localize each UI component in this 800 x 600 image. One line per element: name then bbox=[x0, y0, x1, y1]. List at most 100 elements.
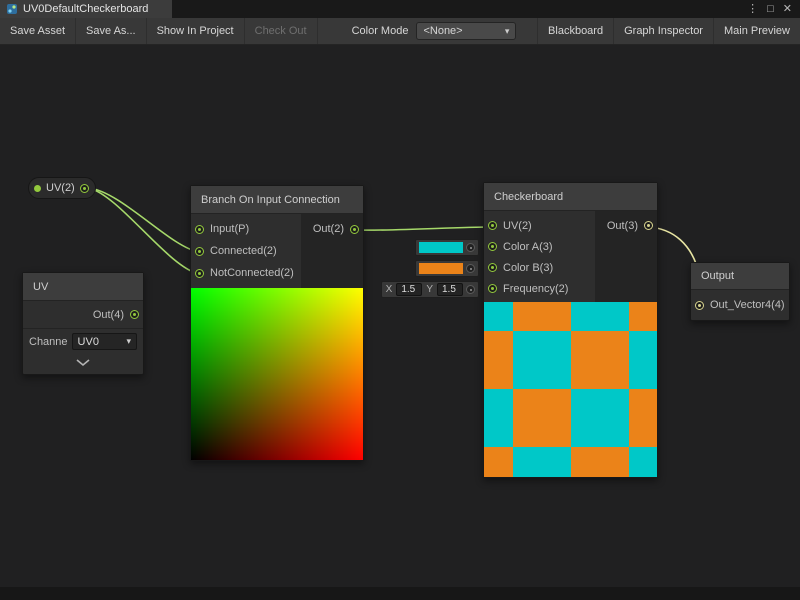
checker-cell bbox=[484, 389, 513, 447]
output-node[interactable]: Output Out_Vector4(4) bbox=[690, 262, 790, 321]
edge-uv-to-notconnected[interactable] bbox=[89, 188, 199, 274]
asset-tab[interactable]: UV0DefaultCheckerboard bbox=[0, 0, 172, 18]
save-as-button[interactable]: Save As... bbox=[76, 18, 147, 44]
check-out-button: Check Out bbox=[245, 18, 318, 44]
branch-node-uv-preview bbox=[191, 288, 363, 460]
color-mode-dropdown[interactable]: <None> ▾ bbox=[416, 22, 516, 40]
output-node-title[interactable]: Output bbox=[691, 263, 789, 290]
color-b-knob-icon[interactable] bbox=[466, 264, 475, 273]
branch-node-title[interactable]: Branch On Input Connection bbox=[191, 186, 363, 214]
window-bottom-edge bbox=[0, 587, 800, 600]
edge-uv-to-connected[interactable] bbox=[89, 188, 199, 252]
checker-cell bbox=[629, 302, 657, 331]
branch-node-inputs: Input(P) Connected(2) NotConnected(2) bbox=[191, 214, 301, 288]
uv-node-title[interactable]: UV bbox=[23, 273, 143, 301]
blackboard-toggle-button[interactable]: Blackboard bbox=[537, 18, 613, 44]
checkerboard-input-row: Color B(3) bbox=[484, 257, 595, 278]
uv-token-output-port[interactable] bbox=[80, 184, 89, 193]
frequency-y-label: Y bbox=[425, 284, 434, 295]
uv-out-port[interactable] bbox=[130, 310, 139, 319]
edge-branch-to-checkerboard[interactable] bbox=[355, 227, 492, 230]
uv-node[interactable]: UV Out(4) Channe UV0 ▾ bbox=[22, 272, 144, 375]
window-titlebar: UV0DefaultCheckerboard ⋮ □ ✕ bbox=[0, 0, 800, 18]
checker-cell bbox=[571, 302, 629, 331]
output-vector4-port[interactable] bbox=[695, 301, 704, 310]
uv-output-row: Out(4) bbox=[23, 301, 143, 329]
branch-input-p-port[interactable] bbox=[195, 225, 204, 234]
toolbar: Save Asset Save As... Show In Project Ch… bbox=[0, 18, 800, 45]
show-in-project-button[interactable]: Show In Project bbox=[147, 18, 245, 44]
frequency-control: X 1.5 Y 1.5 bbox=[381, 281, 479, 298]
checker-cell bbox=[571, 331, 629, 389]
checkerboard-color-b-port[interactable] bbox=[488, 263, 497, 272]
checkerboard-node-title[interactable]: Checkerboard bbox=[484, 183, 657, 211]
checkerboard-input-row: Color A(3) bbox=[484, 236, 595, 257]
uv-out-label: Out(4) bbox=[93, 309, 124, 321]
frequency-x-field[interactable]: 1.5 bbox=[396, 283, 422, 296]
dropdown-caret-icon: ▾ bbox=[505, 26, 510, 37]
color-mode-label: Color Mode bbox=[352, 25, 409, 37]
checkerboard-color-a-label: Color A(3) bbox=[503, 241, 553, 253]
window-maximize-icon[interactable]: □ bbox=[767, 4, 774, 15]
branch-out-port[interactable] bbox=[350, 225, 359, 234]
save-asset-button[interactable]: Save Asset bbox=[0, 18, 76, 44]
toolbar-right-group: Blackboard Graph Inspector Main Preview bbox=[537, 18, 800, 44]
checkerboard-color-a-port[interactable] bbox=[488, 242, 497, 251]
frequency-knob-icon[interactable] bbox=[466, 285, 475, 294]
frequency-y-field[interactable]: 1.5 bbox=[437, 283, 463, 296]
shader-graph-asset-icon bbox=[6, 3, 18, 15]
graph-inspector-toggle-button[interactable]: Graph Inspector bbox=[613, 18, 713, 44]
checkerboard-uv-label: UV(2) bbox=[503, 220, 532, 232]
checkerboard-input-row: Frequency(2) bbox=[484, 278, 595, 299]
checkerboard-out-port[interactable] bbox=[644, 221, 653, 230]
window-close-icon[interactable]: ✕ bbox=[783, 4, 792, 15]
main-preview-toggle-button[interactable]: Main Preview bbox=[713, 18, 800, 44]
uv-redirect-token[interactable]: UV(2) bbox=[28, 177, 96, 199]
checkerboard-frequency-port[interactable] bbox=[488, 284, 497, 293]
uv-channel-value: UV0 bbox=[78, 336, 99, 348]
uv-channel-caret-icon: ▾ bbox=[126, 336, 131, 347]
checkerboard-node-preview bbox=[484, 302, 657, 477]
window-controls: ⋮ □ ✕ bbox=[747, 0, 800, 18]
branch-notconnected-port[interactable] bbox=[195, 269, 204, 278]
uv-channel-label: Channe bbox=[29, 336, 68, 348]
checkerboard-node-inputs: UV(2) Color A(3) Color B(3) Frequency(2) bbox=[484, 211, 595, 302]
window-menu-icon[interactable]: ⋮ bbox=[747, 4, 758, 15]
frequency-x-label: X bbox=[385, 284, 394, 295]
checker-cell bbox=[513, 389, 571, 447]
checker-cell bbox=[513, 331, 571, 389]
branch-on-input-connection-node[interactable]: Branch On Input Connection Input(P) Conn… bbox=[190, 185, 364, 461]
color-b-swatch[interactable] bbox=[419, 263, 463, 274]
graph-canvas[interactable]: UV(2) Branch On Input Connection Input(P… bbox=[0, 46, 800, 600]
checkerboard-output-row: Out(3) bbox=[595, 215, 657, 236]
color-a-control bbox=[415, 239, 479, 256]
color-a-knob-icon[interactable] bbox=[466, 243, 475, 252]
branch-input-p-label: Input(P) bbox=[210, 223, 249, 235]
checker-cell bbox=[629, 447, 657, 477]
output-input-row: Out_Vector4(4) bbox=[691, 290, 789, 320]
color-b-control bbox=[415, 260, 479, 277]
checkerboard-node-outputs: Out(3) bbox=[595, 211, 657, 302]
color-a-swatch[interactable] bbox=[419, 242, 463, 253]
checker-cell bbox=[484, 331, 513, 389]
uv-channel-dropdown[interactable]: UV0 ▾ bbox=[72, 333, 137, 350]
checker-cell bbox=[484, 447, 513, 477]
uv-channel-row: Channe UV0 ▾ bbox=[23, 329, 143, 354]
branch-out-label: Out(2) bbox=[313, 223, 344, 235]
asset-tab-title: UV0DefaultCheckerboard bbox=[23, 3, 148, 15]
output-vector4-label: Out_Vector4(4) bbox=[710, 299, 785, 311]
checker-cell bbox=[513, 447, 571, 477]
checkerboard-uv-port[interactable] bbox=[488, 221, 497, 230]
checkerboard-node[interactable]: Checkerboard UV(2) Color A(3) Color B(3) bbox=[483, 182, 658, 478]
branch-notconnected-label: NotConnected(2) bbox=[210, 267, 294, 279]
branch-connected-port[interactable] bbox=[195, 247, 204, 256]
checkerboard-out-label: Out(3) bbox=[607, 220, 638, 232]
checker-cell bbox=[571, 389, 629, 447]
uv-collapse-row[interactable] bbox=[23, 354, 143, 374]
checker-cell bbox=[629, 331, 657, 389]
checkerboard-frequency-label: Frequency(2) bbox=[503, 283, 568, 295]
checker-cell bbox=[629, 389, 657, 447]
branch-input-row: Connected(2) bbox=[191, 240, 301, 262]
color-mode-value: <None> bbox=[423, 25, 462, 37]
branch-output-row: Out(2) bbox=[301, 218, 363, 240]
